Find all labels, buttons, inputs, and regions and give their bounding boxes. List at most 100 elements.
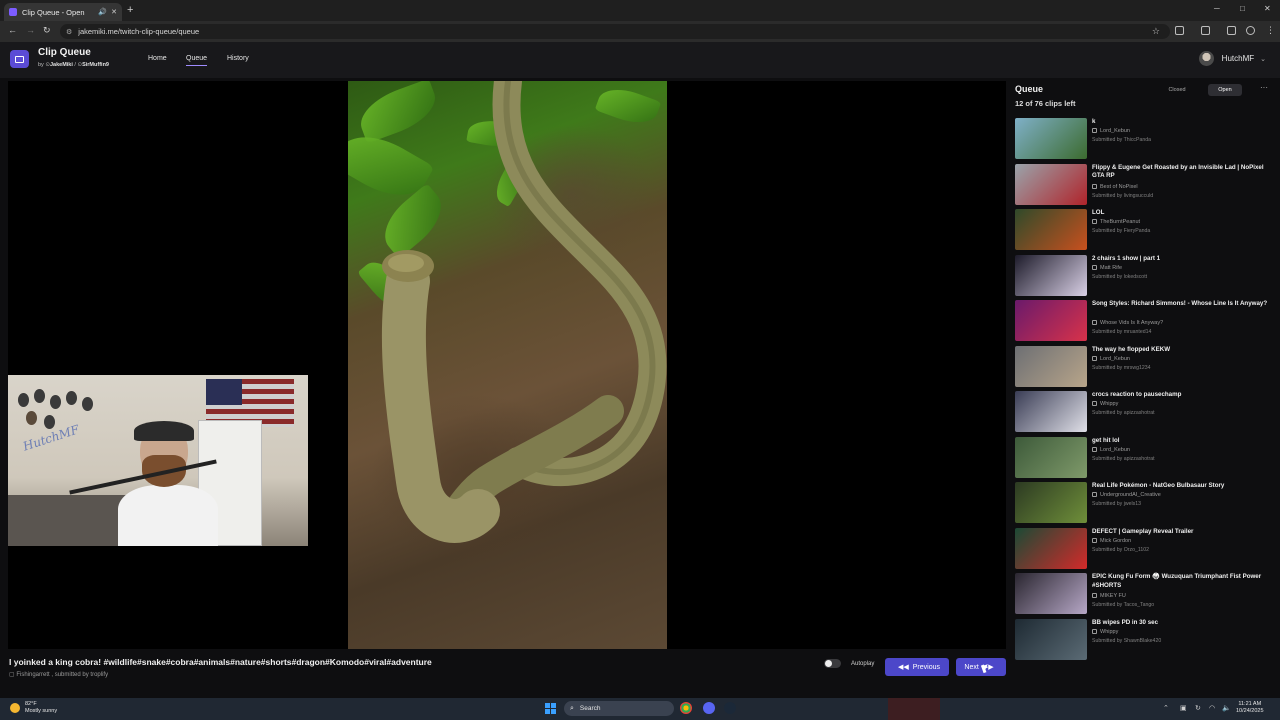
clip-channel[interactable]: Fishingarrett <box>16 672 49 678</box>
chevron-down-icon: ⌄ <box>1260 55 1266 63</box>
clip-thumbnail[interactable] <box>1015 118 1087 159</box>
queue-item-channel: Whose Vids Is It Anyway? <box>1092 320 1163 326</box>
queue-item[interactable]: 2 chairs 1 show | part 1 Matt Rife Submitt… <box>1014 254 1276 301</box>
tab-audio-icon[interactable]: 🔊 <box>98 8 107 16</box>
tray-sync-icon[interactable]: ↻ <box>1195 704 1201 712</box>
queue-item-channel-name: UndergroundAI_Creative <box>1100 492 1161 498</box>
previous-button[interactable]: ◀◀ Previous <box>885 658 949 676</box>
profile-icon[interactable] <box>1246 26 1255 35</box>
maximize-button[interactable]: □ <box>1240 4 1245 13</box>
clip-thumbnail[interactable] <box>1015 436 1087 478</box>
clip-thumbnail[interactable] <box>1015 345 1087 387</box>
clock-time: 11:21 AM <box>1238 701 1262 707</box>
queue-item[interactable]: k Lord_Kebun Submitted by ThiccPanda <box>1014 118 1276 164</box>
queue-item[interactable]: Real Life Pokémon - NatGeo Bulbasaur Sto… <box>1014 482 1276 528</box>
clip-thumbnail[interactable] <box>1015 391 1087 432</box>
next-label: Next <box>964 663 979 671</box>
platform-icon <box>1092 264 1097 270</box>
queue-item[interactable]: Flippy & Eugene Get Roasted by an Invisi… <box>1014 163 1276 210</box>
clip-thumbnail[interactable] <box>1015 573 1087 614</box>
back-icon[interactable]: ← <box>8 25 17 35</box>
taskbar-search[interactable]: ⌕ Search <box>564 701 674 716</box>
app-header: Clip Queue by ⊙JakeMiki / ⊙SirMuffin9 Ho… <box>0 42 1280 78</box>
queue-item-title: k <box>1092 118 1096 125</box>
clip-thumbnail[interactable] <box>1015 618 1087 660</box>
windows-icon[interactable] <box>545 703 556 714</box>
clip-meta: ▢ Fishingarrett , submitted by troplify <box>9 671 108 678</box>
queue-item[interactable]: The way he flopped KEKW Lord_Kebun Submitt… <box>1014 345 1276 392</box>
tray-app-icon[interactable]: ▣ <box>1180 704 1187 712</box>
clip-thumbnail[interactable] <box>1015 163 1087 205</box>
queue-item[interactable]: DEFECT | Gameplay Reveal Trailer Mick Gor… <box>1014 527 1276 574</box>
user-menu[interactable]: HutchMF ⌄ <box>1198 51 1266 66</box>
clip-thumbnail[interactable] <box>1015 254 1087 296</box>
minimize-button[interactable]: ─ <box>1214 4 1220 13</box>
wifi-icon[interactable]: ◠ <box>1209 704 1215 712</box>
clip-video[interactable] <box>348 81 667 649</box>
extensions-icon[interactable] <box>1175 26 1184 35</box>
weather-widget[interactable]: 82°F Mostly sunny <box>10 701 57 715</box>
reload-icon[interactable]: ↻ <box>43 25 51 36</box>
queue-item-channel-name: Lord_Kebun <box>1100 128 1130 134</box>
queue-item-channel: Mick Gordon <box>1092 537 1132 544</box>
queue-item[interactable]: LOL TheBurntPeanut Submitted by FieryPanda <box>1014 209 1276 255</box>
star-icon[interactable]: ☆ <box>1152 26 1160 37</box>
queue-item-channel: TheBurntPeanut <box>1092 219 1140 225</box>
queue-item-channel: Lord_Kebun <box>1092 446 1130 453</box>
queue-item-channel-name: Mick Gordon <box>1100 537 1132 544</box>
volume-icon[interactable]: 🔈 <box>1222 704 1231 712</box>
close-window-button[interactable]: ✕ <box>1264 4 1271 13</box>
queue-item[interactable]: EPIC Kung Fu Form 🥋 Wuzuquan Triumphant … <box>1014 573 1276 619</box>
taskbar-clock[interactable]: 11:21 AM 10/24/2025 <box>1236 701 1264 715</box>
browser-tab[interactable]: Clip Queue - Open 🔊 ✕ <box>4 3 122 21</box>
nav-queue[interactable]: Queue <box>186 55 208 66</box>
queue-item[interactable]: get hit lol Lord_Kebun Submitted by apizza… <box>1014 436 1276 483</box>
new-tab-button[interactable]: + <box>127 4 133 16</box>
discord-icon[interactable] <box>703 702 715 714</box>
clip-thumbnail[interactable] <box>1015 209 1087 250</box>
queue-item-channel-name: Whippy <box>1100 401 1119 407</box>
author-link-2[interactable]: SirMuffin9 <box>82 62 109 68</box>
taskbar-overlay <box>888 698 940 720</box>
steam-icon[interactable] <box>724 702 736 714</box>
clip-thumbnail[interactable] <box>1015 482 1087 523</box>
forward-icon[interactable]: → <box>26 25 35 35</box>
site-info-icon[interactable]: ⚙ <box>66 28 72 36</box>
cobra-image <box>381 81 667 543</box>
autoplay-switch[interactable] <box>824 659 841 668</box>
queue-closed-button[interactable]: Closed <box>1162 84 1192 96</box>
browser-menu-icon[interactable]: ⋮ <box>1266 25 1275 36</box>
queue-count: 12 of 76 clips left <box>1015 99 1076 108</box>
clip-thumbnail[interactable] <box>1015 300 1087 341</box>
autoplay-toggle[interactable]: Autoplay <box>824 659 874 668</box>
app-logo-icon[interactable] <box>10 50 29 68</box>
nav-history[interactable]: History <box>227 55 249 62</box>
search-icon: ⌕ <box>570 704 574 712</box>
platform-icon: ▢ <box>9 672 15 678</box>
queue-item-channel: Whippy <box>1092 401 1118 407</box>
address-bar[interactable]: ⚙ jakemiki.me/twitch-clip-queue/queue ☆ <box>60 24 1170 39</box>
nav-home[interactable]: Home <box>148 55 167 62</box>
queue-item[interactable]: Song Styles: Richard Simmons! - Whose Li… <box>1014 300 1276 346</box>
tab-close-icon[interactable]: ✕ <box>111 8 117 16</box>
clip-thumbnail[interactable] <box>1015 527 1087 569</box>
platform-icon <box>1092 183 1097 189</box>
queue-item-channel-name: Lord_Kebun <box>1100 355 1130 362</box>
queue-item-channel: UndergroundAI_Creative <box>1092 492 1161 498</box>
tray-overflow-icon[interactable]: ⌃ <box>1163 704 1169 712</box>
video-player[interactable]: HutchMF <box>8 81 1006 649</box>
chrome-icon[interactable] <box>680 702 692 714</box>
queue-item[interactable]: BB wipes PD in 30 sec Whippy Submitted by … <box>1014 618 1276 665</box>
queue-item-channel: Lord_Kebun <box>1092 355 1130 362</box>
queue-item-submitter: Submitted by jwels13 <box>1092 501 1142 507</box>
queue-more-icon[interactable]: ··· <box>1260 83 1268 92</box>
sidebar-icon[interactable] <box>1201 26 1210 35</box>
author-link-1[interactable]: JakeMiki <box>50 62 73 68</box>
queue-item-title: crocs reaction to pausechamp <box>1092 391 1182 398</box>
queue-item[interactable]: crocs reaction to pausechamp Whippy Submit… <box>1014 391 1276 437</box>
queue-item-channel: Whippy <box>1092 628 1118 635</box>
cast-icon[interactable] <box>1227 26 1236 35</box>
platform-icon <box>1092 446 1097 452</box>
queue-open-button[interactable]: Open <box>1208 84 1242 96</box>
platform-icon <box>1092 219 1097 224</box>
